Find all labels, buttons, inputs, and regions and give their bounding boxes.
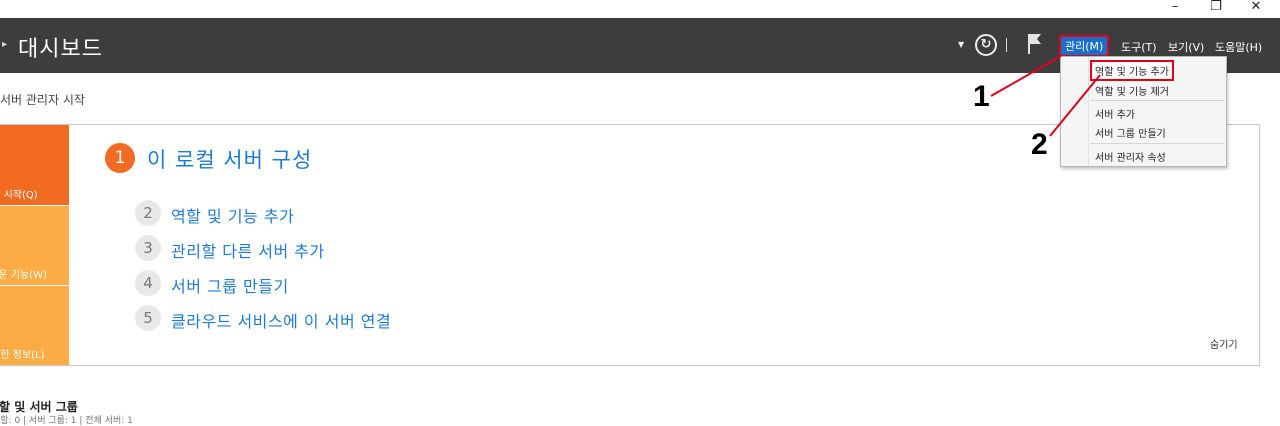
connect-cloud-services-link[interactable]: 클라우드 서비스에 이 서버 연결 — [171, 308, 391, 332]
hide-welcome-link[interactable]: 숨기기 — [1210, 336, 1238, 351]
step-number: 2 — [135, 200, 161, 226]
tile-whats-new-label: 새로운 기능(W) — [0, 270, 47, 281]
menu-item-remove-roles-features[interactable]: 역할 및 기능 제거 — [1095, 83, 1169, 98]
welcome-subtitle: 서버 관리자 시작 — [0, 93, 85, 107]
refresh-icon[interactable]: ↻ — [975, 34, 997, 56]
roles-section-title-text: 역할 및 서버 그룹 — [0, 400, 78, 414]
window-titlebar: – ❐ ✕ — [0, 0, 1280, 18]
menu-manage[interactable]: 관리(M) — [1058, 35, 1110, 57]
create-server-group-link[interactable]: 서버 그룹 만들기 — [171, 273, 289, 297]
tile-whats-new[interactable]: 새로운 기능(W) — [0, 206, 69, 285]
menu-icon-column — [1088, 57, 1089, 166]
menu-help[interactable]: 도움말(H) — [1215, 39, 1262, 55]
annotation-number-1: 1 — [973, 80, 990, 113]
minimize-button[interactable]: – — [1155, 0, 1195, 18]
roles-section-summary-text: 역할: 0 | 서버 그룹: 1 | 전체 서버: 1 — [0, 416, 133, 426]
menu-item-server-manager-properties[interactable]: 서버 관리자 속성 — [1095, 149, 1166, 164]
menu-separator — [1090, 100, 1224, 101]
close-button[interactable]: ✕ — [1236, 0, 1276, 18]
page-title: 대시보드 — [18, 37, 103, 62]
menu-item-create-server-group[interactable]: 서버 그룹 만들기 — [1095, 125, 1166, 140]
tile-quick-start[interactable]: 빠른 시작(Q) — [0, 125, 69, 205]
step-number: 4 — [135, 270, 161, 296]
notifications-flag-icon[interactable] — [1026, 33, 1042, 55]
menu-view[interactable]: 보기(V) — [1168, 39, 1204, 55]
add-roles-features-link[interactable]: 역할 및 기능 추가 — [171, 203, 294, 227]
header-divider — [1006, 38, 1007, 52]
annotation-number-2: 2 — [1031, 128, 1048, 161]
step-number: 5 — [135, 305, 161, 331]
roles-section-summary: 역할: 0 | 서버 그룹: 1 | 전체 서버: 1 — [0, 413, 133, 426]
tile-learn-more-label: 자세한 정보(L) — [0, 350, 45, 361]
tile-learn-more[interactable]: 자세한 정보(L) — [0, 286, 69, 365]
maximize-button[interactable]: ❐ — [1196, 0, 1236, 18]
step-1-number: 1 — [105, 143, 135, 173]
menu-item-add-roles-features[interactable]: 역할 및 기능 추가 — [1090, 60, 1174, 81]
manage-dropdown-menu: 역할 및 기능 추가 역할 및 기능 제거 서버 추가 서버 그룹 만들기 서버… — [1060, 56, 1227, 167]
add-other-servers-link[interactable]: 관리할 다른 서버 추가 — [171, 238, 325, 262]
dropdown-arrow-icon[interactable]: ▼ — [958, 40, 964, 49]
menu-tools[interactable]: 도구(T) — [1121, 39, 1157, 55]
step-number: 3 — [135, 235, 161, 261]
tile-quick-start-label: 빠른 시작(Q) — [0, 190, 38, 201]
menu-item-add-servers[interactable]: 서버 추가 — [1095, 106, 1135, 121]
configure-local-server-link[interactable]: 이 로컬 서버 구성 — [147, 144, 312, 174]
breadcrumb-arrow-icon: ▸ — [2, 39, 8, 50]
menu-separator — [1090, 143, 1224, 144]
